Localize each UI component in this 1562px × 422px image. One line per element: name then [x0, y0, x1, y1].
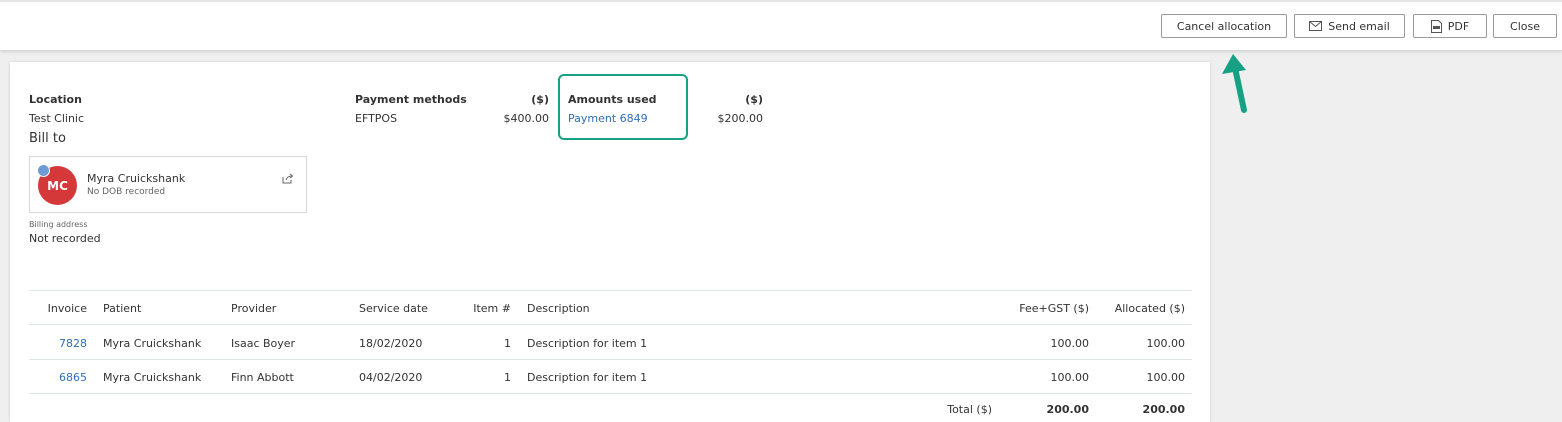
invoice-link[interactable]: 6865 — [29, 371, 87, 384]
share-icon[interactable] — [282, 169, 294, 188]
total-divider — [29, 393, 1192, 394]
amounts-used-unit: ($) — [745, 93, 763, 106]
patient-card[interactable]: MC Myra Cruickshank No DOB recorded — [29, 156, 307, 213]
row-provider: Isaac Boyer — [231, 337, 296, 350]
patient-dob: No DOB recorded — [87, 187, 166, 197]
row-allocated: 100.00 — [1146, 371, 1186, 384]
amounts-used-highlight — [558, 74, 688, 140]
pdf-icon — [1430, 19, 1442, 33]
send-email-label: Send email — [1328, 19, 1390, 33]
top-toolbar: Cancel allocation Send email PDF Close — [0, 0, 1562, 51]
row-divider — [29, 359, 1192, 360]
location-label: Location — [29, 93, 82, 106]
payment-6849-link[interactable]: Payment 6849 — [568, 112, 648, 125]
pdf-label: PDF — [1447, 19, 1470, 33]
highlight-arrow-icon — [1222, 54, 1247, 113]
cancel-allocation-button[interactable]: Cancel allocation — [1161, 14, 1287, 38]
bill-to-label: Bill to — [29, 131, 66, 146]
envelope-icon — [1309, 21, 1323, 31]
row-patient: Myra Cruickshank — [103, 337, 202, 350]
avatar-initials: MC — [47, 178, 68, 193]
amounts-used-label: Amounts used — [568, 93, 657, 106]
total-fee: 200.00 — [1046, 403, 1089, 416]
amount-used-value: $200.00 — [717, 112, 764, 125]
row-service-date: 04/02/2020 — [359, 371, 423, 384]
billing-address-value: Not recorded — [29, 232, 101, 245]
row-description: Description for item 1 — [527, 371, 648, 384]
row-provider: Finn Abbott — [231, 371, 294, 384]
send-email-button[interactable]: Send email — [1294, 14, 1405, 38]
close-label: Close — [1510, 19, 1540, 33]
col-service-date: Service date — [359, 302, 428, 315]
location-value: Test Clinic — [29, 112, 85, 125]
total-allocated: 200.00 — [1142, 403, 1185, 416]
row-allocated: 100.00 — [1146, 337, 1186, 350]
status-dot-icon — [37, 164, 50, 177]
payment-methods-label: Payment methods — [355, 93, 467, 106]
col-patient: Patient — [103, 302, 142, 315]
table-top-divider — [29, 290, 1192, 291]
row-fee: 100.00 — [1050, 371, 1090, 384]
col-allocated: Allocated ($) — [1114, 302, 1185, 315]
billing-address-label: Billing address — [29, 220, 88, 229]
col-provider: Provider — [231, 302, 277, 315]
top-divider — [0, 0, 1562, 2]
header-divider — [29, 324, 1192, 325]
row-fee: 100.00 — [1050, 337, 1090, 350]
payment-method-name: EFTPOS — [355, 112, 398, 125]
row-item: 1 — [504, 371, 511, 384]
patient-name: Myra Cruickshank — [87, 172, 186, 185]
payment-method-amount: $400.00 — [503, 112, 550, 125]
col-fee: Fee+GST ($) — [1019, 302, 1089, 315]
close-button[interactable]: Close — [1493, 14, 1557, 38]
cancel-allocation-label: Cancel allocation — [1176, 19, 1272, 33]
row-description: Description for item 1 — [527, 337, 648, 350]
col-invoice: Invoice — [47, 302, 87, 315]
row-patient: Myra Cruickshank — [103, 371, 202, 384]
row-service-date: 18/02/2020 — [359, 337, 423, 350]
row-item: 1 — [504, 337, 511, 350]
col-description: Description — [527, 302, 590, 315]
allocation-card: Location Test Clinic Bill to Payment met… — [10, 62, 1210, 422]
col-item: Item # — [473, 302, 511, 315]
invoice-link[interactable]: 7828 — [29, 337, 87, 350]
payment-methods-unit: ($) — [531, 93, 549, 106]
pdf-button[interactable]: PDF — [1413, 14, 1487, 38]
